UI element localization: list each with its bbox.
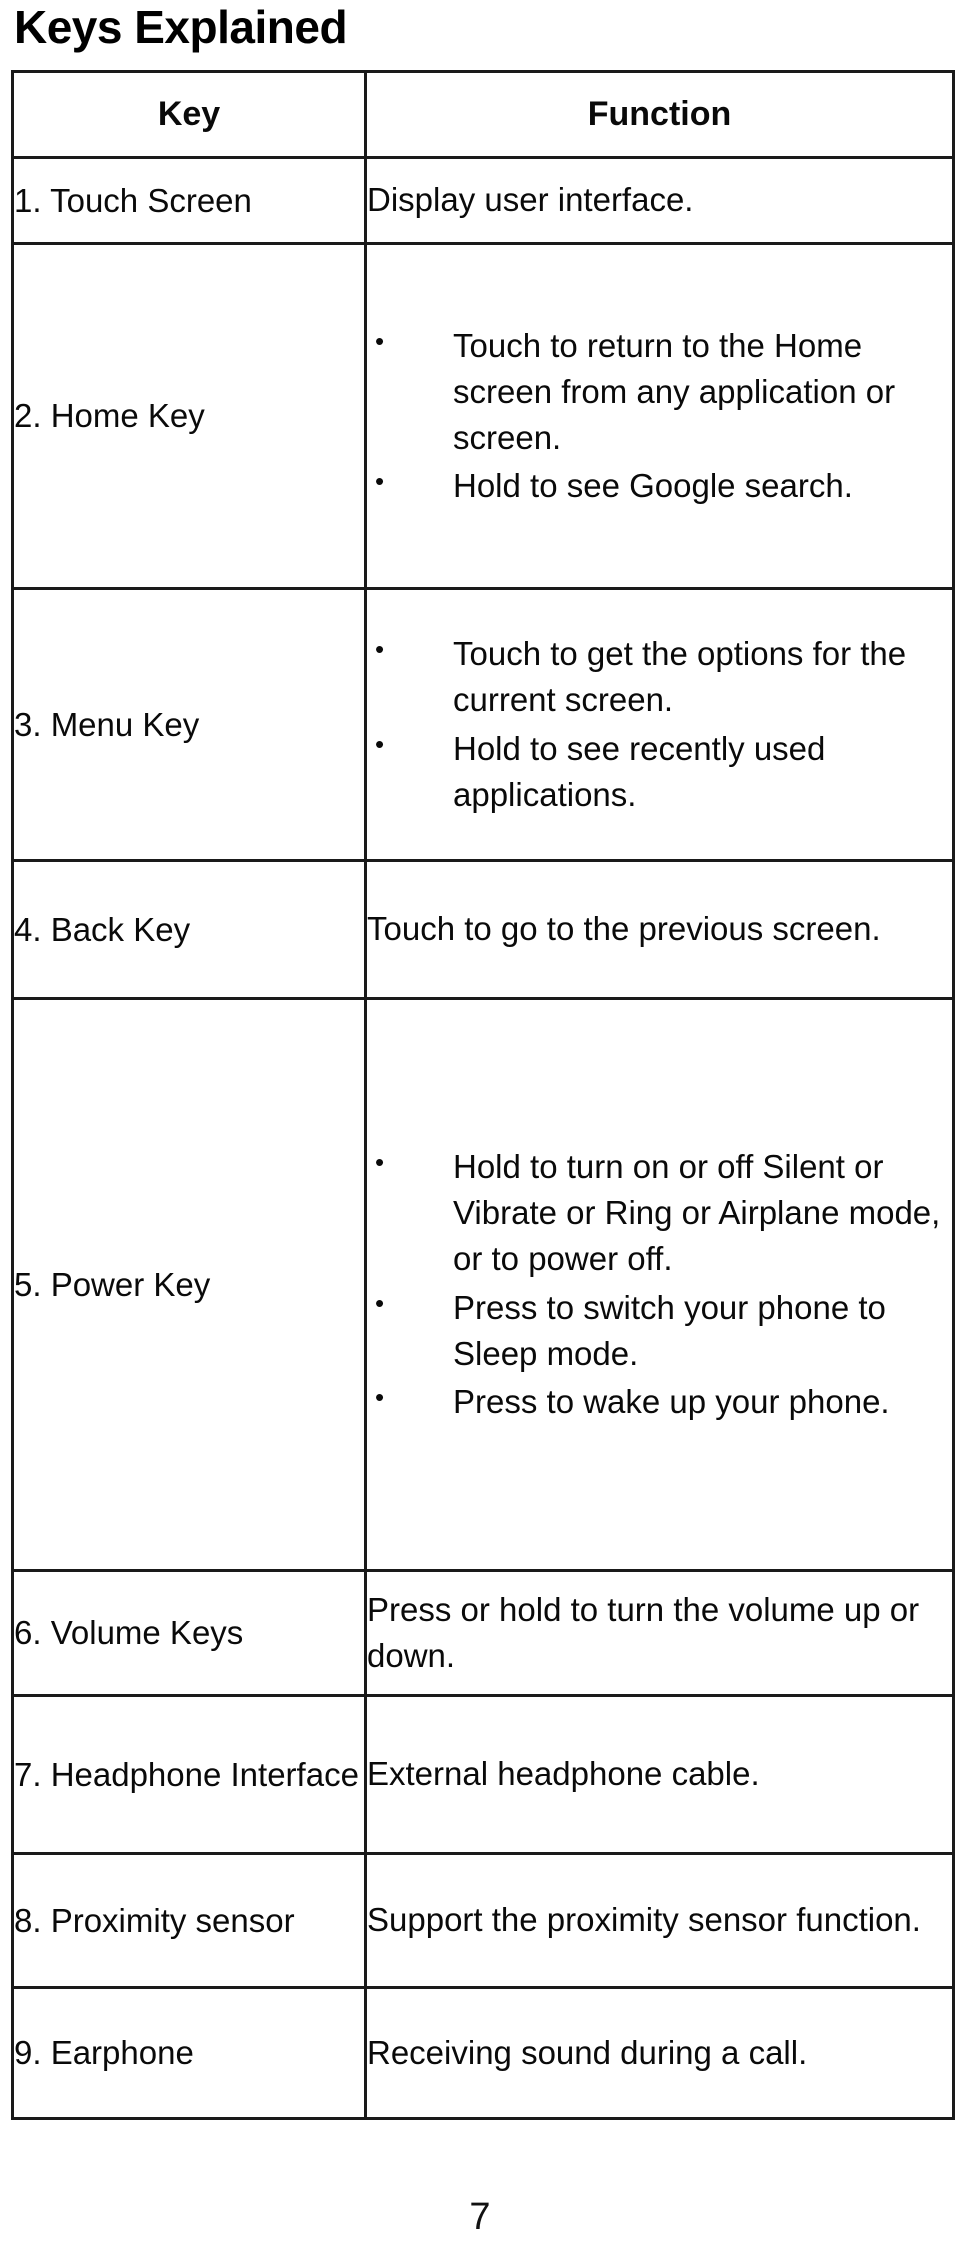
list-item: Hold to turn on or off Silent or Vibrate… [367,1142,952,1283]
function-description: Display user interface. [364,156,955,245]
key-label: 8. Proximity sensor [11,1852,367,1989]
key-label: 5. Power Key [11,997,367,1572]
list-item: Press to switch your phone to Sleep mode… [367,1282,952,1377]
document-page: Keys Explained Key Function 1. Touch Scr… [0,0,960,2254]
function-description: Touch to return to the Home screen from … [364,242,955,590]
bullet-list: Touch to return to the Home screen from … [367,321,952,510]
table-row: 3. Menu Key Touch to get the options for… [11,587,955,862]
function-description: Touch to go to the previous screen. [364,859,955,1000]
function-description: Touch to get the options for the current… [364,587,955,862]
list-item: Touch to return to the Home screen from … [367,321,952,462]
column-header-function: Function [364,70,955,159]
table-row: 2. Home Key Touch to return to the Home … [11,242,955,590]
list-item: Hold to see recently used applications. [367,723,952,818]
bullet-list: Hold to turn on or off Silent or Vibrate… [367,1142,952,1425]
key-label: 3. Menu Key [11,587,367,862]
function-text: Display user interface. [367,181,694,219]
key-label: 6. Volume Keys [11,1569,367,1697]
key-label: 2. Home Key [11,242,367,590]
function-text: Touch to go to the previous screen. [367,910,881,948]
table-row: 9. Earphone Receiving sound during a cal… [11,1986,955,2120]
key-label: 7. Headphone Interface [11,1694,367,1855]
table-row: 6. Volume Keys Press or hold to turn the… [11,1569,955,1697]
key-label: 1. Touch Screen [11,156,367,245]
function-text: External headphone cable. [367,1755,760,1793]
function-description: Support the proximity sensor function. [364,1852,955,1989]
function-text: Support the proximity sensor function. [367,1901,921,1939]
list-item: Touch to get the options for the current… [367,629,952,723]
table-row: 1. Touch Screen Display user interface. [11,156,955,245]
key-label: 9. Earphone [11,1986,367,2120]
keys-explained-table: Key Function 1. Touch Screen Display use… [11,70,955,2120]
function-description: Press or hold to turn the volume up or d… [364,1569,955,1697]
table-row: 4. Back Key Touch to go to the previous … [11,859,955,1000]
function-text: Receiving sound during a call. [367,2033,808,2071]
page-number: 7 [469,2196,491,2238]
list-item: Hold to see Google search. [367,461,952,509]
bullet-list: Touch to get the options for the current… [367,629,952,818]
function-description: External headphone cable. [364,1694,955,1855]
function-text: Press or hold to turn the volume up or d… [367,1590,920,1674]
list-item: Press to wake up your phone. [367,1377,952,1425]
function-description: Hold to turn on or off Silent or Vibrate… [364,997,955,1572]
table-header-row: Key Function [11,70,955,159]
table-row: 8. Proximity sensor Support the proximit… [11,1852,955,1989]
column-header-key: Key [11,70,367,159]
page-title: Keys Explained [14,1,348,53]
key-label: 4. Back Key [11,859,367,1000]
function-description: Receiving sound during a call. [364,1986,955,2120]
table-row: 7. Headphone Interface External headphon… [11,1694,955,1855]
table-row: 5. Power Key Hold to turn on or off Sile… [11,997,955,1572]
